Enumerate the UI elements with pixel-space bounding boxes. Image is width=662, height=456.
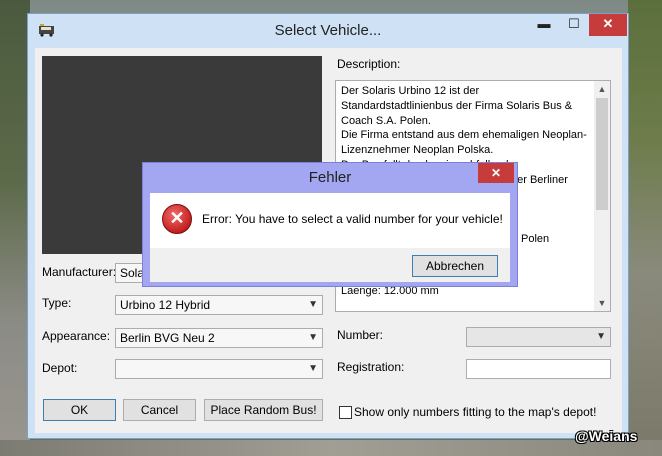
error-message: Error: You have to select a valid number… [202,212,503,226]
title-bar: Select Vehicle... ▬ ☐ ✕ [28,14,628,48]
abbrechen-button[interactable]: Abbrechen [412,255,498,277]
depot-filter-label: Show only numbers fitting to the map's d… [354,405,597,419]
chevron-down-icon: ▼ [308,299,318,310]
scroll-up-icon[interactable]: ▲ [594,81,610,97]
appearance-select[interactable]: Berlin BVG Neu 2 ▼ [115,328,323,348]
background-road [0,440,662,456]
description-scrollbar[interactable]: ▲ ▼ [594,81,610,311]
registration-input[interactable] [466,359,611,379]
error-dialog-title: Fehler [308,169,352,186]
depot-filter-checkbox[interactable] [339,406,352,419]
type-label: Type: [42,296,72,310]
error-dialog-body: ✕ Error: You have to select a valid numb… [150,193,510,248]
chevron-down-icon: ▼ [596,331,606,342]
type-select[interactable]: Urbino 12 Hybrid ▼ [115,295,323,315]
cancel-button[interactable]: Cancel [123,399,196,421]
appearance-label: Appearance: [42,329,111,343]
ok-button[interactable]: OK [43,399,116,421]
depot-label: Depot: [42,361,78,375]
appearance-value: Berlin BVG Neu 2 [120,331,215,345]
minimize-button[interactable]: ▬ [529,14,559,36]
close-icon[interactable]: ✕ [478,163,514,183]
registration-label: Registration: [337,360,405,374]
type-value: Urbino 12 Hybrid [120,298,211,312]
maximize-button[interactable]: ☐ [559,14,589,36]
description-line: Coach S.A. Polen. [341,114,431,127]
place-random-bus-button[interactable]: Place Random Bus! [204,399,323,421]
watermark: @Weians [575,428,638,444]
scroll-thumb[interactable] [596,98,608,210]
scroll-down-icon[interactable]: ▼ [594,295,610,311]
chevron-down-icon: ▼ [308,363,318,374]
number-select[interactable]: ▼ [466,327,611,347]
background-trees [0,0,30,456]
chevron-down-icon: ▼ [308,332,318,343]
description-line: Standardstadtlinienbus der Firma Solaris… [341,99,573,112]
close-button[interactable]: ✕ [589,14,627,36]
error-dialog: Fehler ✕ ✕ Error: You have to select a v… [142,162,518,287]
manufacturer-label: Manufacturer: [42,265,117,279]
error-dialog-footer: Abbrechen [150,248,510,282]
description-line: Der Solaris Urbino 12 ist der [341,85,480,97]
background-field [628,0,662,456]
number-label: Number: [337,328,384,342]
description-label: Description: [337,57,401,71]
error-icon: ✕ [162,204,192,234]
depot-select[interactable]: ▼ [115,359,323,379]
description-line: Lizenznehmer Neoplan Polska. [341,144,494,157]
description-line: Die Firma entstand aus dem ehemaligen Ne… [341,129,587,142]
